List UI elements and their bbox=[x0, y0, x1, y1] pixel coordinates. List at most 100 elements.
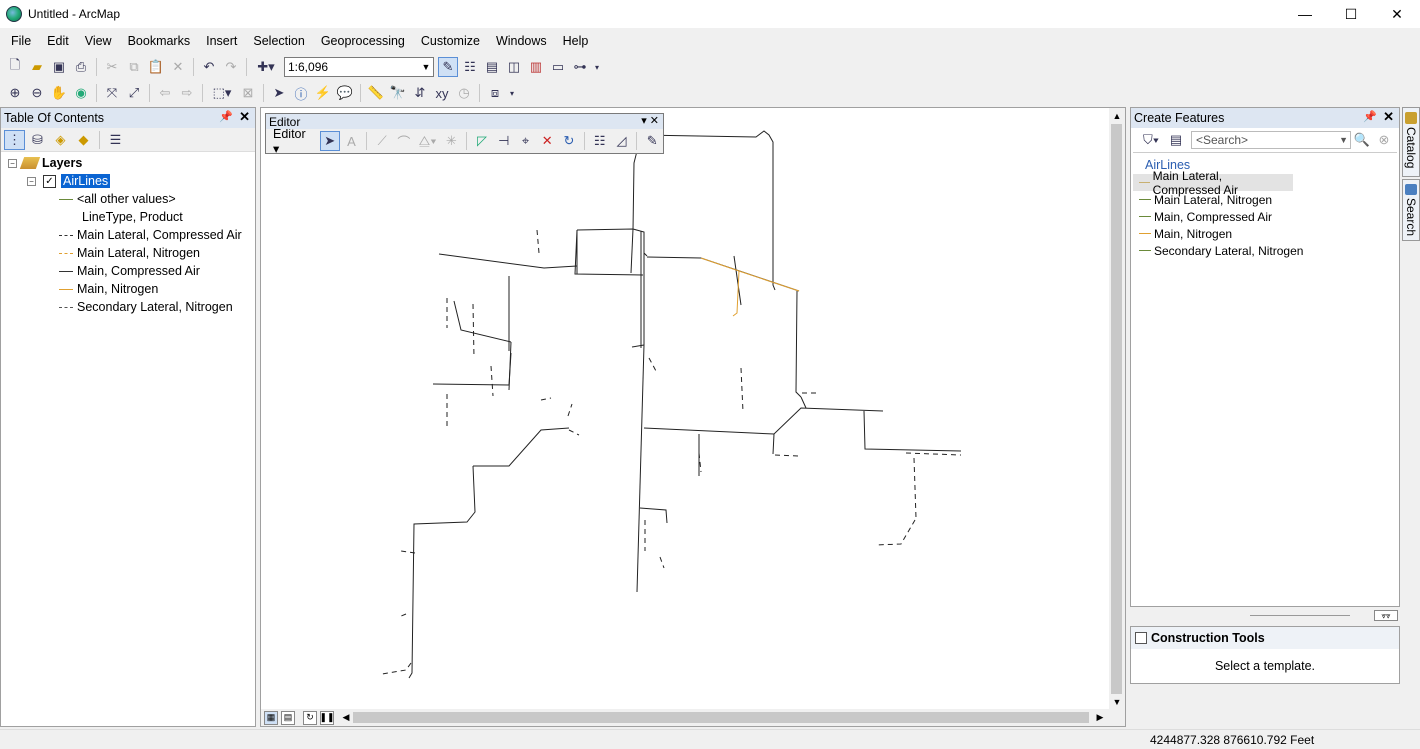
catalog-icon[interactable]: ▤ bbox=[482, 57, 502, 77]
print-icon[interactable]: ⎙ bbox=[71, 57, 91, 77]
pipe-line[interactable] bbox=[636, 344, 645, 593]
redo-icon[interactable]: ↷ bbox=[221, 57, 241, 77]
measure-icon[interactable]: 📏 bbox=[366, 83, 386, 103]
end-point-arc-icon[interactable]: ⌒ bbox=[394, 131, 414, 151]
pipe-line-dashed[interactable] bbox=[381, 662, 412, 675]
menu-view[interactable]: View bbox=[77, 34, 120, 48]
pipe-line[interactable] bbox=[646, 256, 800, 292]
pipe-line-dashed[interactable] bbox=[400, 550, 416, 554]
search-tab[interactable]: Search bbox=[1402, 179, 1420, 241]
forward-extent-icon[interactable]: ⇨ bbox=[177, 83, 197, 103]
sketch-properties-icon[interactable]: ◿ bbox=[612, 131, 632, 151]
editor-toolbar-controls-icon[interactable]: ▾ ✕ bbox=[641, 114, 659, 127]
menu-selection[interactable]: Selection bbox=[245, 34, 312, 48]
pipe-line-dashed[interactable] bbox=[648, 357, 657, 372]
toc-close-icon[interactable]: ✕ bbox=[239, 109, 250, 125]
pipe-line-nitrogen[interactable] bbox=[732, 270, 740, 317]
editor-toolbar-icon[interactable]: ✎ bbox=[438, 57, 458, 77]
clear-selection-icon[interactable]: ⊠ bbox=[238, 83, 258, 103]
html-popup-icon[interactable]: 💬 bbox=[335, 83, 355, 103]
organize-templates-icon[interactable]: ▤ bbox=[1166, 130, 1186, 150]
airlines-layer-row[interactable]: − ✓ AirLines bbox=[27, 172, 111, 190]
map-canvas[interactable] bbox=[261, 108, 1111, 710]
select-elements-icon[interactable]: ➤ bbox=[269, 83, 289, 103]
template-item[interactable]: Secondary Lateral, Nitrogen bbox=[1133, 242, 1397, 259]
cut-icon[interactable]: ✂ bbox=[102, 57, 122, 77]
scroll-up-icon[interactable]: ▲ bbox=[1109, 108, 1125, 124]
pipe-line[interactable] bbox=[576, 228, 645, 345]
edit-annotation-icon[interactable]: A bbox=[342, 131, 362, 151]
pan-icon[interactable]: ✋ bbox=[49, 83, 69, 103]
pipe-line[interactable] bbox=[772, 433, 775, 455]
toolbar-options-icon-2[interactable]: ▾ bbox=[507, 83, 517, 103]
horizontal-scroll-thumb[interactable] bbox=[353, 712, 1089, 723]
new-document-icon[interactable]: 🗋 bbox=[5, 57, 25, 77]
scroll-down-icon[interactable]: ▼ bbox=[1109, 694, 1125, 710]
refresh-icon[interactable]: ↻ bbox=[303, 710, 317, 725]
template-search-input[interactable]: <Search> ▼ bbox=[1191, 131, 1351, 149]
pipe-line[interactable] bbox=[795, 290, 802, 398]
airlines-layer-label[interactable]: AirLines bbox=[61, 174, 111, 188]
toc-options-icon[interactable]: ☰ bbox=[105, 130, 126, 150]
straight-segment-icon[interactable]: ⟋ bbox=[372, 131, 392, 151]
edit-tool-icon[interactable]: ➤ bbox=[319, 131, 340, 151]
pipe-line[interactable] bbox=[631, 344, 645, 348]
save-icon[interactable]: ▣ bbox=[49, 57, 69, 77]
search-window-icon[interactable]: ◫ bbox=[504, 57, 524, 77]
chevron-down-icon[interactable]: ▼ bbox=[1339, 135, 1350, 145]
pause-drawing-icon[interactable]: ❚❚ bbox=[319, 710, 335, 725]
model-builder-icon[interactable]: ⊶ bbox=[570, 57, 590, 77]
reshape-icon[interactable]: ⊣ bbox=[494, 131, 514, 151]
python-window-icon[interactable]: ▭ bbox=[548, 57, 568, 77]
create-features-close-icon[interactable]: ✕ bbox=[1383, 109, 1394, 125]
template-item[interactable]: Main Lateral, Compressed Air bbox=[1133, 169, 1293, 197]
paste-icon[interactable]: 📋 bbox=[146, 57, 166, 77]
panel-splitter[interactable]: ⩔⩔ bbox=[1130, 609, 1400, 623]
menu-help[interactable]: Help bbox=[555, 34, 597, 48]
add-data-icon[interactable]: ✚▾ bbox=[252, 57, 280, 77]
pipe-line-dashed[interactable] bbox=[905, 452, 962, 456]
menu-edit[interactable]: Edit bbox=[39, 34, 77, 48]
clear-search-icon[interactable]: ⊗ bbox=[1374, 130, 1394, 150]
pipe-line[interactable] bbox=[453, 300, 512, 343]
pipe-line-dashed[interactable] bbox=[913, 457, 917, 519]
collapse-panel-icon[interactable]: ⩔⩔ bbox=[1374, 610, 1398, 621]
editor-toolbar-header[interactable]: Editor ▾ ✕ bbox=[266, 114, 663, 129]
pipe-line[interactable] bbox=[639, 507, 668, 524]
filter-icon[interactable]: ⛉▾ bbox=[1138, 130, 1164, 150]
pipe-line-dashed[interactable] bbox=[536, 229, 540, 254]
pipe-line-dashed[interactable] bbox=[740, 367, 744, 413]
layer-visibility-checkbox[interactable]: ✓ bbox=[43, 174, 56, 188]
open-folder-icon[interactable]: ▰ bbox=[27, 57, 47, 77]
pipe-line[interactable] bbox=[800, 396, 807, 409]
identify-icon[interactable]: ⓘ bbox=[291, 83, 311, 103]
template-item[interactable]: Main, Nitrogen bbox=[1133, 225, 1397, 242]
minimize-button[interactable]: — bbox=[1282, 0, 1328, 28]
find-route-icon[interactable]: ⇵ bbox=[410, 83, 430, 103]
pipe-line[interactable] bbox=[643, 407, 884, 435]
map-view[interactable]: ▲ ▼ ▦ ▤ ↻ ❚❚ ◀ ▶ bbox=[260, 107, 1126, 727]
pipe-line[interactable] bbox=[408, 465, 476, 679]
list-by-drawing-order-icon[interactable]: ⋮ bbox=[4, 129, 25, 150]
close-button[interactable]: ✕ bbox=[1374, 0, 1420, 28]
template-item[interactable]: Main Lateral, Nitrogen bbox=[1133, 191, 1397, 208]
trace-icon[interactable]: ⧋▾ bbox=[416, 131, 440, 151]
vertical-scrollbar[interactable]: ▲ ▼ bbox=[1109, 108, 1125, 710]
pipe-line[interactable] bbox=[473, 427, 570, 467]
vertical-scroll-thumb[interactable] bbox=[1111, 124, 1122, 694]
layout-view-icon[interactable]: ▤ bbox=[281, 710, 295, 725]
go-to-xy-icon[interactable]: xy bbox=[432, 83, 452, 103]
delete-icon[interactable]: ✕ bbox=[168, 57, 188, 77]
list-by-source-icon[interactable]: ⛁ bbox=[27, 130, 48, 150]
map-scale-select[interactable]: 1:6,096 ▼ bbox=[284, 57, 434, 77]
scroll-right-icon[interactable]: ▶ bbox=[1093, 709, 1107, 726]
pipe-line[interactable] bbox=[438, 253, 578, 269]
full-extent-icon[interactable]: ◉ bbox=[71, 83, 91, 103]
layers-row[interactable]: − Layers bbox=[8, 154, 82, 172]
hyperlink-icon[interactable]: ⚡ bbox=[313, 83, 333, 103]
point-icon[interactable]: ✳ bbox=[441, 131, 461, 151]
zoom-out-icon[interactable]: ⊖ bbox=[27, 83, 47, 103]
pipe-line[interactable] bbox=[432, 352, 512, 386]
pipe-line-nitrogen[interactable] bbox=[700, 257, 800, 292]
pipe-line-dashed[interactable] bbox=[874, 519, 916, 546]
